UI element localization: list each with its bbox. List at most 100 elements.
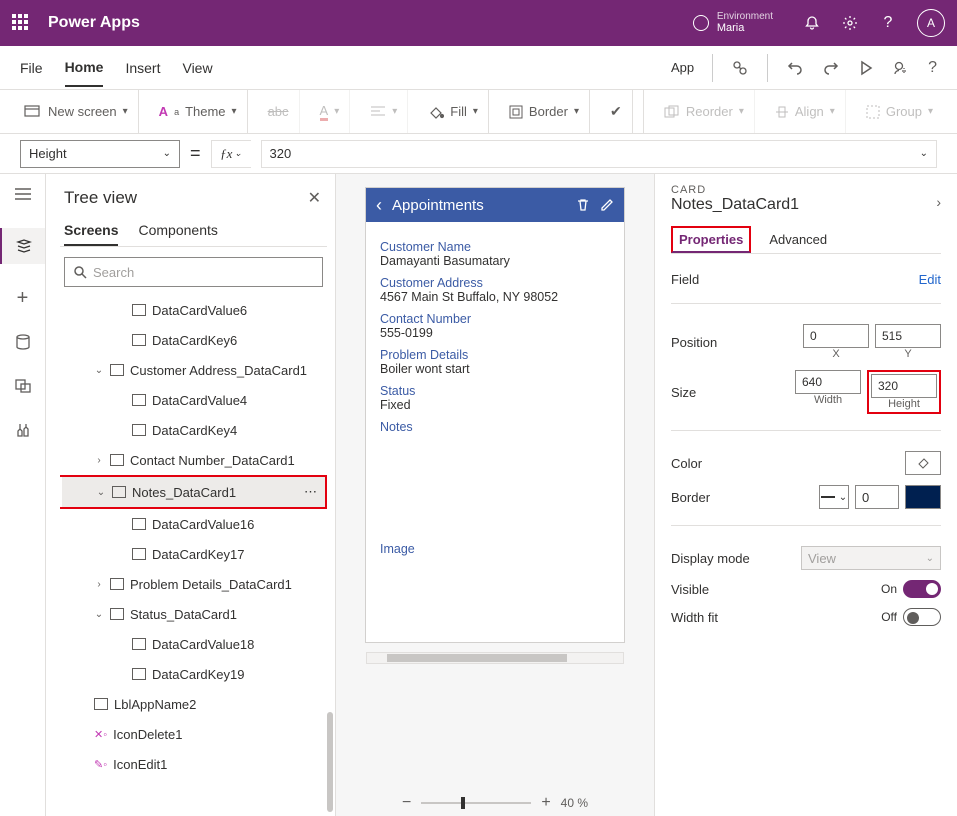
tree-node[interactable]: ›Contact Number_DataCard1 xyxy=(60,445,327,475)
tree-node[interactable]: LblAppName2 xyxy=(60,689,327,719)
visible-toggle[interactable] xyxy=(903,580,941,598)
undo-icon[interactable] xyxy=(786,59,804,77)
tree-node[interactable]: DataCardKey4 xyxy=(60,415,327,445)
globe-icon xyxy=(693,15,709,31)
color-label: Color xyxy=(671,456,702,471)
tree-node[interactable]: DataCardValue4 xyxy=(60,385,327,415)
tab-file[interactable]: File xyxy=(20,50,43,86)
align-text-button: ▾ xyxy=(360,90,408,133)
tree-node[interactable]: DataCardValue18 xyxy=(60,629,327,659)
tree-node[interactable]: ⌄Status_DataCard1 xyxy=(60,599,327,629)
font-color-button: A▾ xyxy=(310,90,351,133)
back-icon[interactable]: ‹ xyxy=(376,195,382,216)
border-button[interactable]: Border▾ xyxy=(499,90,590,133)
tree-scrollbar[interactable] xyxy=(327,712,333,812)
tree-node[interactable]: DataCardKey17 xyxy=(60,539,327,569)
visible-label: Visible xyxy=(671,582,709,597)
display-mode-select[interactable]: View⌄ xyxy=(801,546,941,570)
canvas-phone[interactable]: ‹ Appointments Customer Name Damayanti B… xyxy=(366,188,624,642)
notifications-icon[interactable] xyxy=(803,14,821,32)
tree-title: Tree view xyxy=(64,188,137,208)
widthfit-label: Width fit xyxy=(671,610,718,625)
property-dropdown[interactable]: Height⌄ xyxy=(20,140,180,168)
tree-search[interactable]: Search xyxy=(64,257,323,287)
redo-icon[interactable] xyxy=(822,59,840,77)
environment-picker[interactable]: Environment Maria xyxy=(693,11,773,34)
tree-node[interactable]: ✎◦IconEdit1 xyxy=(60,749,327,779)
tree-node-selected[interactable]: ⌄Notes_DataCard1⋯ xyxy=(62,477,325,507)
widthfit-toggle[interactable] xyxy=(903,608,941,626)
pos-x-input[interactable]: 0 xyxy=(803,324,869,348)
app-brand: Power Apps xyxy=(48,14,140,32)
play-icon[interactable] xyxy=(858,60,874,76)
waffle-icon[interactable] xyxy=(12,14,30,32)
fx-label[interactable]: ƒx⌄ xyxy=(211,140,251,168)
group-button: Group▾ xyxy=(856,90,943,133)
rail-data-icon[interactable] xyxy=(13,332,33,352)
search-icon xyxy=(73,265,87,279)
settings-icon[interactable] xyxy=(841,14,859,32)
tab-home[interactable]: Home xyxy=(65,49,104,87)
color-swatch[interactable] xyxy=(905,451,941,475)
rail-insert-icon[interactable]: + xyxy=(13,288,33,308)
field-label: Field xyxy=(671,272,699,287)
width-input[interactable]: 640 xyxy=(795,370,861,394)
border-style[interactable]: ⌄ xyxy=(819,485,849,509)
border-width[interactable]: 0 xyxy=(855,485,899,509)
tree-node[interactable]: ⌄Customer Address_DataCard1 xyxy=(60,355,327,385)
fill-button[interactable]: Fill▾ xyxy=(418,90,489,133)
strikethrough-button: abc xyxy=(258,90,300,133)
prop-tab-advanced[interactable]: Advanced xyxy=(769,226,827,253)
rail-media-icon[interactable] xyxy=(13,376,33,396)
prop-title: Notes_DataCard1 xyxy=(671,196,799,214)
border-label: Border xyxy=(671,490,710,505)
tree-tab-components[interactable]: Components xyxy=(138,216,217,246)
expand-props-icon[interactable]: › xyxy=(936,194,941,210)
tab-insert[interactable]: Insert xyxy=(125,50,160,86)
rail-tools-icon[interactable] xyxy=(13,420,33,440)
formula-input[interactable]: 320⌄ xyxy=(261,140,937,168)
tree-node[interactable]: DataCardValue16 xyxy=(60,509,327,539)
env-label: Environment xyxy=(717,11,773,22)
tree-tab-screens[interactable]: Screens xyxy=(64,216,118,246)
rail-hamburger-icon[interactable] xyxy=(13,184,33,204)
prop-tab-properties[interactable]: Properties xyxy=(671,226,751,253)
tree-node[interactable]: ›Problem Details_DataCard1 xyxy=(60,569,327,599)
tree-node[interactable]: DataCardKey19 xyxy=(60,659,327,689)
equals-icon: = xyxy=(190,143,201,164)
share-icon[interactable] xyxy=(892,59,910,77)
app-button[interactable]: App xyxy=(671,60,694,75)
close-tree-icon[interactable]: ✕ xyxy=(308,188,321,208)
delete-icon[interactable] xyxy=(576,198,590,212)
screen-title: Appointments xyxy=(392,197,566,214)
env-name: Maria xyxy=(717,22,773,34)
align-button: Align▾ xyxy=(765,90,846,133)
edit-link[interactable]: Edit xyxy=(919,272,941,287)
rail-treeview-icon[interactable] xyxy=(0,228,45,264)
pos-y-input[interactable]: 515 xyxy=(875,324,941,348)
user-avatar[interactable]: A xyxy=(917,9,945,37)
tree-node[interactable]: DataCardKey6 xyxy=(60,325,327,355)
tree-node[interactable]: ✕◦IconDelete1 xyxy=(60,719,327,749)
theme-button[interactable]: Aa Theme▾ xyxy=(149,90,248,133)
zoom-in-icon[interactable]: + xyxy=(541,794,550,812)
prop-caption: CARD xyxy=(671,184,799,196)
help2-icon[interactable]: ? xyxy=(928,59,937,77)
new-screen-button[interactable]: New screen▾ xyxy=(14,90,139,133)
reorder-button: Reorder▾ xyxy=(654,90,755,133)
zoom-out-icon[interactable]: − xyxy=(402,794,411,812)
height-input[interactable]: 320 xyxy=(871,374,937,398)
position-label: Position xyxy=(671,335,717,350)
more-icon[interactable]: ⋯ xyxy=(304,484,319,500)
border-color[interactable] xyxy=(905,485,941,509)
help-icon[interactable]: ? xyxy=(879,14,897,32)
canvas-hscroll[interactable] xyxy=(366,652,624,664)
zoom-slider[interactable] xyxy=(421,802,531,804)
health-icon[interactable] xyxy=(731,59,749,77)
tab-view[interactable]: View xyxy=(182,50,212,86)
size-label: Size xyxy=(671,385,696,400)
tree-node[interactable]: DataCardValue6 xyxy=(60,295,327,325)
zoom-value: 40 % xyxy=(561,796,588,810)
edit-icon[interactable] xyxy=(600,198,614,212)
expand-ribbon-icon[interactable]: ✔ xyxy=(600,90,633,133)
